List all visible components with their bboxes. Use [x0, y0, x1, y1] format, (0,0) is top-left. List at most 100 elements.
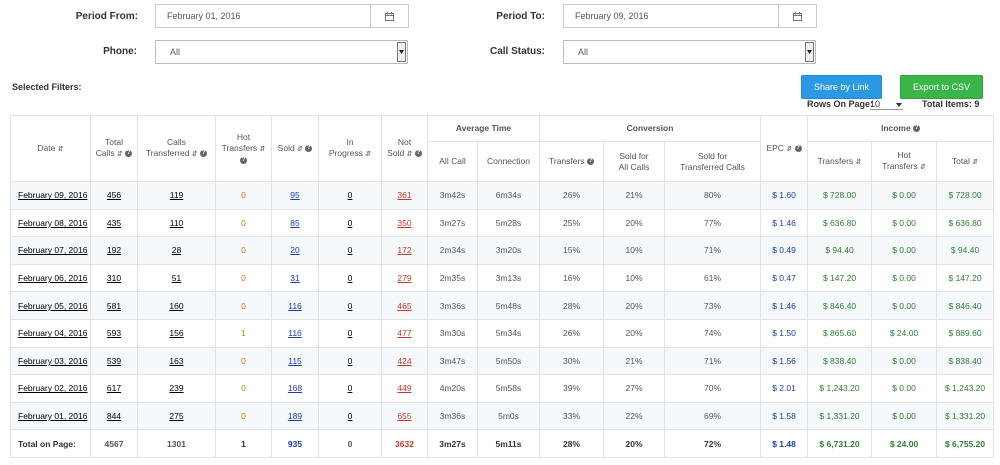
date-link[interactable]: February 05, 2016 [18, 301, 87, 311]
in-progress-link[interactable]: 0 [348, 273, 353, 283]
period-to-field[interactable]: February 09, 2016 [563, 4, 817, 28]
in-progress-link[interactable]: 0 [348, 301, 353, 311]
total-calls-link[interactable]: 593 [107, 328, 121, 338]
col-calls-transferred[interactable]: Calls Transferred ⇵ ? [137, 115, 216, 182]
calendar-icon[interactable] [370, 5, 408, 27]
sold-link[interactable]: 20 [290, 245, 299, 255]
sold-link[interactable]: 31 [290, 273, 299, 283]
calls-transferred-link[interactable]: 275 [169, 411, 183, 421]
not-sold-link[interactable]: 172 [397, 245, 411, 255]
help-icon[interactable]: ? [586, 158, 594, 166]
col-income-hot[interactable]: Hot Transfers ⇵ [871, 141, 938, 182]
col-date[interactable]: Date ⇵ [10, 115, 91, 182]
col-hot-transfers[interactable]: Hot Transfers ⇵ ? [215, 115, 272, 182]
not-sold-link[interactable]: 350 [397, 218, 411, 228]
total-calls-link[interactable]: 456 [107, 190, 121, 200]
help-icon[interactable]: ? [913, 125, 921, 133]
total-calls-link[interactable]: 435 [107, 218, 121, 228]
col-epc[interactable]: EPC ⇵ ? [760, 115, 809, 182]
col-in-progress[interactable]: In Progress ⇵ [318, 115, 382, 182]
date-link[interactable]: February 03, 2016 [18, 356, 87, 366]
calendar-icon[interactable] [778, 5, 816, 27]
total-calls-link[interactable]: 310 [107, 273, 121, 283]
date-link[interactable]: February 04, 2016 [18, 328, 87, 338]
not-sold-link[interactable]: 655 [397, 411, 411, 421]
col-conv-transfers[interactable]: Transfers ? [539, 141, 604, 182]
sold-link[interactable]: 95 [290, 190, 299, 200]
calls-transferred-link[interactable]: 239 [169, 383, 183, 393]
share-by-link-button[interactable]: Share by Link [801, 75, 882, 99]
total-calls-link[interactable]: 192 [107, 245, 121, 255]
total-calls-link[interactable]: 539 [107, 356, 121, 366]
help-icon[interactable]: ? [414, 150, 422, 158]
calls-transferred-link[interactable]: 110 [170, 218, 184, 228]
calls-transferred-link[interactable]: 28 [172, 245, 181, 255]
sold-link[interactable]: 116 [288, 301, 302, 311]
help-icon[interactable]: ? [305, 144, 313, 152]
sort-icon[interactable]: ⇵ [117, 151, 123, 158]
not-sold-link[interactable]: 449 [397, 383, 411, 393]
help-icon[interactable]: ? [200, 150, 208, 158]
not-sold-link[interactable]: 424 [397, 356, 411, 366]
sort-icon[interactable]: ⇵ [58, 146, 64, 153]
total-calls-link[interactable]: 844 [107, 411, 121, 421]
total-calls-link[interactable]: 581 [107, 301, 121, 311]
dropdown-arrow-icon[interactable] [397, 42, 406, 62]
cell-not-sold: 424 [381, 346, 428, 376]
phone-select[interactable]: All [155, 40, 408, 64]
total-calls-link[interactable]: 617 [107, 383, 121, 393]
period-from-field[interactable]: February 01, 2016 [155, 4, 409, 28]
in-progress-link[interactable]: 0 [348, 190, 353, 200]
date-link[interactable]: February 02, 2016 [18, 383, 87, 393]
calls-transferred-link[interactable]: 156 [169, 328, 183, 338]
col-all-call: All Call [427, 141, 478, 182]
not-sold-link[interactable]: 279 [397, 273, 411, 283]
sold-link[interactable]: 189 [288, 411, 302, 421]
export-csv-button[interactable]: Export to CSV [900, 75, 983, 99]
calls-transferred-link[interactable]: 119 [170, 190, 184, 200]
date-link[interactable]: February 01, 2016 [18, 411, 87, 421]
help-icon[interactable]: ? [125, 150, 133, 158]
not-sold-link[interactable]: 361 [397, 190, 411, 200]
calls-transferred-link[interactable]: 160 [169, 301, 183, 311]
dropdown-arrow-icon[interactable] [805, 42, 814, 62]
sort-icon[interactable]: ⇵ [365, 151, 371, 158]
col-sold[interactable]: Sold ⇵ ? [271, 115, 319, 182]
sort-icon[interactable]: ⇵ [972, 159, 978, 166]
help-icon[interactable]: ? [794, 144, 802, 152]
sort-icon[interactable]: ⇵ [786, 146, 792, 153]
sort-icon[interactable]: ⇵ [407, 151, 413, 158]
date-link[interactable]: February 07, 2016 [18, 245, 87, 255]
in-progress-link[interactable]: 0 [348, 245, 353, 255]
not-sold-link[interactable]: 477 [397, 328, 411, 338]
call-status-select[interactable]: All [563, 40, 816, 64]
sort-icon[interactable]: ⇵ [297, 146, 303, 153]
date-link[interactable]: February 08, 2016 [18, 218, 87, 228]
col-income-total[interactable]: Total ⇵ [936, 141, 995, 182]
sold-link[interactable]: 168 [288, 383, 302, 393]
in-progress-link[interactable]: 0 [348, 218, 353, 228]
sort-icon[interactable]: ⇵ [260, 146, 266, 153]
sort-icon[interactable]: ⇵ [856, 159, 862, 166]
col-not-sold[interactable]: Not Sold ⇵ ? [381, 115, 428, 182]
cell-income-hot: $ 0.00 [871, 374, 938, 403]
in-progress-link[interactable]: 0 [348, 411, 353, 421]
date-link[interactable]: February 06, 2016 [18, 273, 87, 283]
help-icon[interactable]: ? [240, 156, 247, 164]
in-progress-link[interactable]: 0 [348, 383, 353, 393]
sold-link[interactable]: 116 [288, 328, 302, 338]
sold-link[interactable]: 115 [288, 356, 302, 366]
sort-icon[interactable]: ⇵ [192, 151, 198, 158]
col-income-transfers[interactable]: Transfers ⇵ [807, 141, 873, 182]
calls-transferred-link[interactable]: 163 [169, 356, 183, 366]
rows-on-page-select[interactable]: 10 [870, 99, 903, 110]
cell-all-call: 3m36s [427, 291, 478, 320]
in-progress-link[interactable]: 0 [348, 356, 353, 366]
calls-transferred-link[interactable]: 51 [172, 273, 181, 283]
in-progress-link[interactable]: 0 [348, 328, 353, 338]
col-total-calls[interactable]: Total Calls ⇵ ? [90, 115, 138, 182]
not-sold-link[interactable]: 465 [397, 301, 411, 311]
sold-link[interactable]: 85 [290, 218, 299, 228]
date-link[interactable]: February 09, 2016 [18, 190, 87, 200]
sort-icon[interactable]: ⇵ [920, 164, 926, 171]
